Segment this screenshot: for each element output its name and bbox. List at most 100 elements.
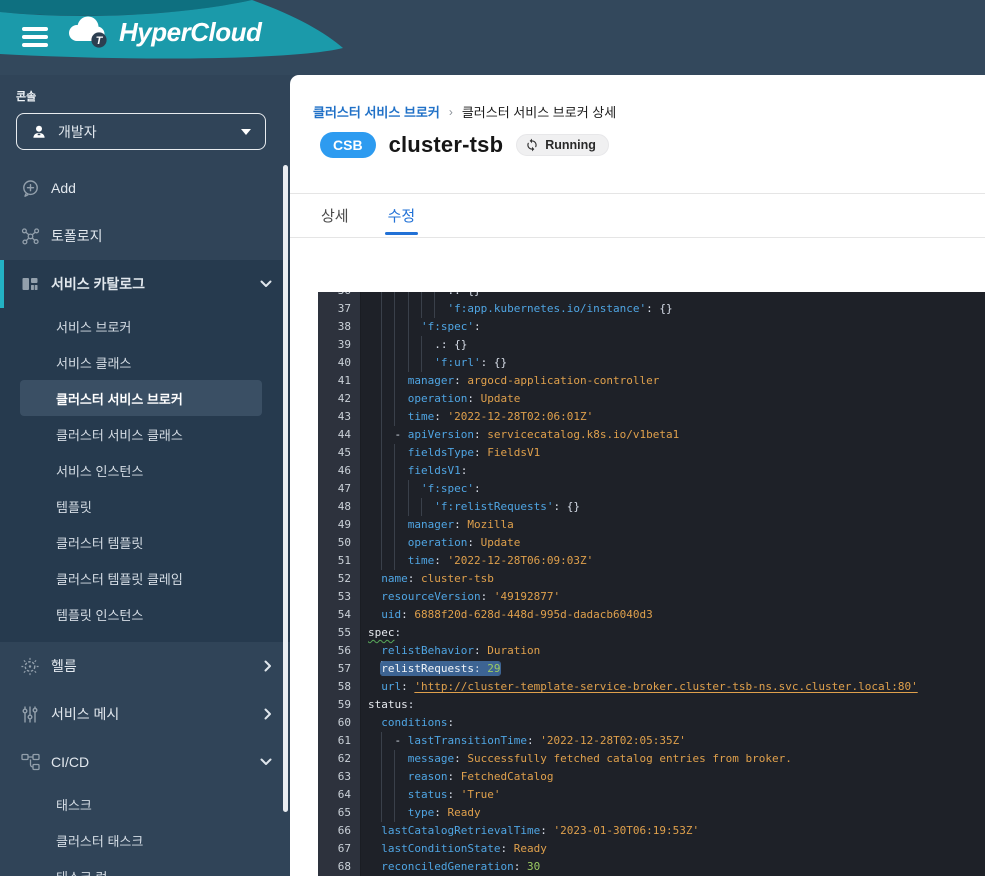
code-line-content[interactable]: resourceVersion: '49192877' [361, 588, 985, 606]
code-line-content[interactable]: operation: Update [361, 390, 985, 408]
sidebar-item-add[interactable]: Add [0, 164, 290, 212]
sidebar-group-service-mesh: 서비스 메시 [0, 690, 290, 738]
code-line-content[interactable]: .: {} [361, 336, 985, 354]
code-line-content[interactable]: 'f:relistRequests': {} [361, 498, 985, 516]
top-header: T HyperCloud [0, 0, 985, 75]
code-line-content[interactable]: time: '2022-12-28T02:06:01Z' [361, 408, 985, 426]
sidebar-subitem-cicd-1[interactable]: 클러스터 태스크 [20, 822, 262, 858]
yaml-editor[interactable]: 36 .: {}37 'f:app.kubernetes.io/instance… [318, 292, 985, 876]
code-line-content[interactable]: .: {} [361, 292, 985, 300]
role-value: 개발자 [58, 122, 97, 142]
caret-down-icon [241, 129, 251, 135]
code-line-content[interactable]: 'f:spec': [361, 480, 985, 498]
code-line: 37 'f:app.kubernetes.io/instance': {} [318, 300, 985, 318]
code-line-content[interactable]: manager: argocd-application-controller [361, 372, 985, 390]
code-line: 45 fieldsType: FieldsV1 [318, 444, 985, 462]
sidebar-item-cicd[interactable]: CI/CD [0, 738, 290, 786]
indent-guide [381, 426, 382, 444]
line-number: 41 [318, 372, 361, 390]
sidebar-subitem-service-catalog-4[interactable]: 서비스 인스턴스 [20, 452, 262, 488]
breadcrumb: 클러스터 서비스 브로커 › 클러스터 서비스 브로커 상세 [313, 102, 616, 121]
code-line-content[interactable]: relistRequests: 29 [361, 660, 985, 678]
resource-kind-badge: CSB [320, 132, 376, 158]
indent-guide [421, 498, 422, 516]
indent-guide [381, 292, 382, 300]
indent-guide [394, 462, 395, 480]
indent-guide [408, 498, 409, 516]
indent-guide [394, 750, 395, 768]
chevron-down-icon [260, 280, 272, 288]
line-number: 44 [318, 426, 361, 444]
indent-guide [421, 336, 422, 354]
code-line: 48 'f:relistRequests': {} [318, 498, 985, 516]
sidebar-subitem-service-catalog-1[interactable]: 서비스 클래스 [20, 344, 262, 380]
breadcrumb-link[interactable]: 클러스터 서비스 브로커 [313, 102, 440, 121]
code-line-content[interactable]: operation: Update [361, 534, 985, 552]
indent-guide [394, 354, 395, 372]
indent-guide [421, 300, 422, 318]
code-line-content[interactable]: lastCatalogRetrievalTime: '2023-01-30T06… [361, 822, 985, 840]
sidebar-item-label: Add [51, 180, 76, 196]
code-line-content[interactable]: fieldsV1: [361, 462, 985, 480]
code-line-content[interactable]: reconciledGeneration: 30 [361, 858, 985, 876]
tab-detail[interactable]: 상세 [320, 205, 350, 226]
sidebar-subitem-service-catalog-5[interactable]: 템플릿 [20, 488, 262, 524]
sidebar-item-helm[interactable]: 헬름 [0, 642, 290, 690]
code-line-content[interactable]: message: Successfully fetched catalog en… [361, 750, 985, 768]
code-line-content[interactable]: 'f:spec': [361, 318, 985, 336]
sidebar-subitem-service-catalog-2-selected[interactable]: 클러스터 서비스 브로커 [20, 380, 262, 416]
code-line: 67 lastConditionState: Ready [318, 840, 985, 858]
status-badge: Running [516, 134, 609, 156]
sidebar-subitem-service-catalog-0[interactable]: 서비스 브로커 [20, 308, 262, 344]
code-line: 44 - apiVersion: servicecatalog.k8s.io/v… [318, 426, 985, 444]
code-line-content[interactable]: lastConditionState: Ready [361, 840, 985, 858]
page-title: cluster-tsb [389, 132, 504, 158]
sidebar-subitem-cicd-2[interactable]: 태스크 런 [20, 858, 262, 876]
code-line-content[interactable]: - apiVersion: servicecatalog.k8s.io/v1be… [361, 426, 985, 444]
sidebar-item-service-catalog[interactable]: 서비스 카탈로그 [0, 260, 290, 308]
indent-guide [381, 354, 382, 372]
tab-edit[interactable]: 수정 [387, 205, 417, 226]
sidebar-subitem-service-catalog-8[interactable]: 템플릿 인스턴스 [20, 596, 262, 632]
code-line-content[interactable]: url: 'http://cluster-template-service-br… [361, 678, 985, 696]
indent-guide [434, 300, 435, 318]
code-line-content[interactable]: relistBehavior: Duration [361, 642, 985, 660]
sidebar-scrollbar-thumb[interactable] [283, 165, 288, 812]
sidebar-subitem-cicd-0[interactable]: 태스크 [20, 786, 262, 822]
code-line-content[interactable]: uid: 6888f20d-628d-448d-995d-dadacb6040d… [361, 606, 985, 624]
code-line-content[interactable]: 'f:app.kubernetes.io/instance': {} [361, 300, 985, 318]
indent-guide [408, 292, 409, 300]
code-line-content[interactable]: time: '2022-12-28T06:09:03Z' [361, 552, 985, 570]
code-line-content[interactable]: conditions: [361, 714, 985, 732]
indent-guide [394, 318, 395, 336]
sidebar-subitem-service-catalog-7[interactable]: 클러스터 템플릿 클레임 [20, 560, 262, 596]
code-line-content[interactable]: 'f:url': {} [361, 354, 985, 372]
indent-guide [408, 318, 409, 336]
hamburger-menu-icon[interactable] [22, 27, 48, 48]
sidebar-item-label: 서비스 메시 [51, 704, 119, 724]
code-line-content[interactable]: status: [361, 696, 985, 714]
indent-guide [394, 552, 395, 570]
code-line-content[interactable]: fieldsType: FieldsV1 [361, 444, 985, 462]
tab-bar: 상세 수정 [320, 194, 985, 237]
code-line-content[interactable]: reason: FetchedCatalog [361, 768, 985, 786]
code-line-content[interactable]: type: Ready [361, 804, 985, 822]
sidebar-item-label: CI/CD [51, 754, 89, 770]
hypercloud-logo[interactable]: T HyperCloud [64, 12, 261, 52]
sidebar-subitem-service-catalog-6[interactable]: 클러스터 템플릿 [20, 524, 262, 560]
sidebar-item-topology[interactable]: 토폴로지 [0, 212, 290, 260]
role-selector[interactable]: 개발자 [16, 113, 266, 150]
indent-guide [381, 444, 382, 462]
sidebar-item-label: 토폴로지 [51, 226, 103, 246]
code-line-content[interactable]: status: 'True' [361, 786, 985, 804]
sidebar-item-service-mesh[interactable]: 서비스 메시 [0, 690, 290, 738]
code-line-content[interactable]: name: cluster-tsb [361, 570, 985, 588]
indent-guide [381, 390, 382, 408]
code-line-content[interactable]: spec: [361, 624, 985, 642]
code-line: 49 manager: Mozilla [318, 516, 985, 534]
indent-guide [408, 300, 409, 318]
code-line-content[interactable]: - lastTransitionTime: '2022-12-28T02:05:… [361, 732, 985, 750]
user-icon [31, 124, 47, 140]
code-line-content[interactable]: manager: Mozilla [361, 516, 985, 534]
sidebar-subitem-service-catalog-3[interactable]: 클러스터 서비스 클래스 [20, 416, 262, 452]
